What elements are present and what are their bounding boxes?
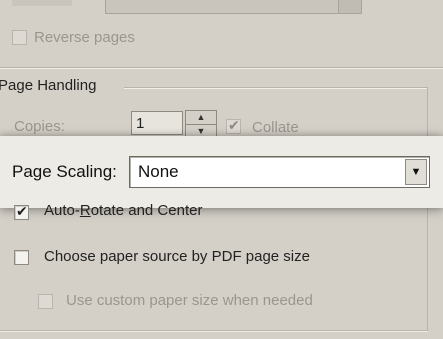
auto-rotate-checkbox[interactable]: ✔ <box>14 203 29 220</box>
page-scaling-select[interactable]: None ▼ <box>129 156 430 188</box>
partial-top-label <box>12 0 72 6</box>
choose-paper-source-checkbox[interactable] <box>14 250 29 265</box>
copies-value: 1 <box>136 115 145 132</box>
dropdown-arrow-icon[interactable]: ▼ <box>405 159 427 185</box>
copies-input[interactable]: 1 <box>131 111 183 135</box>
check-icon: ✔ <box>16 203 28 219</box>
reverse-pages-checkbox[interactable] <box>12 30 27 45</box>
reverse-pages-label: Reverse pages <box>34 29 135 46</box>
group-box-bottom-border <box>0 330 428 331</box>
group-box-right-border <box>427 87 428 331</box>
partial-top-dropdown[interactable] <box>105 0 362 14</box>
custom-paper-size-label: Use custom paper size when needed <box>66 292 313 309</box>
choose-paper-source-label: Choose paper source by PDF page size <box>44 248 310 265</box>
copies-label: Copies: <box>14 118 65 135</box>
auto-rotate-label: Auto-Rotate and Center <box>44 202 203 219</box>
page-scaling-label: Page Scaling: <box>12 162 117 181</box>
spin-up-icon[interactable]: ▲ <box>186 111 216 125</box>
page-scaling-value: None <box>138 162 179 181</box>
partial-top-dropdown-button[interactable] <box>338 0 361 13</box>
collate-label: Collate <box>252 119 299 136</box>
check-icon: ✔ <box>228 117 240 133</box>
custom-paper-size-checkbox[interactable] <box>38 294 53 309</box>
separator-line <box>0 67 443 68</box>
collate-checkbox[interactable]: ✔ <box>226 117 241 134</box>
page-handling-title: Page Handling <box>0 77 97 94</box>
page-scaling-panel: Page Scaling: None ▼ <box>0 136 443 208</box>
group-box-top-border <box>124 87 427 88</box>
